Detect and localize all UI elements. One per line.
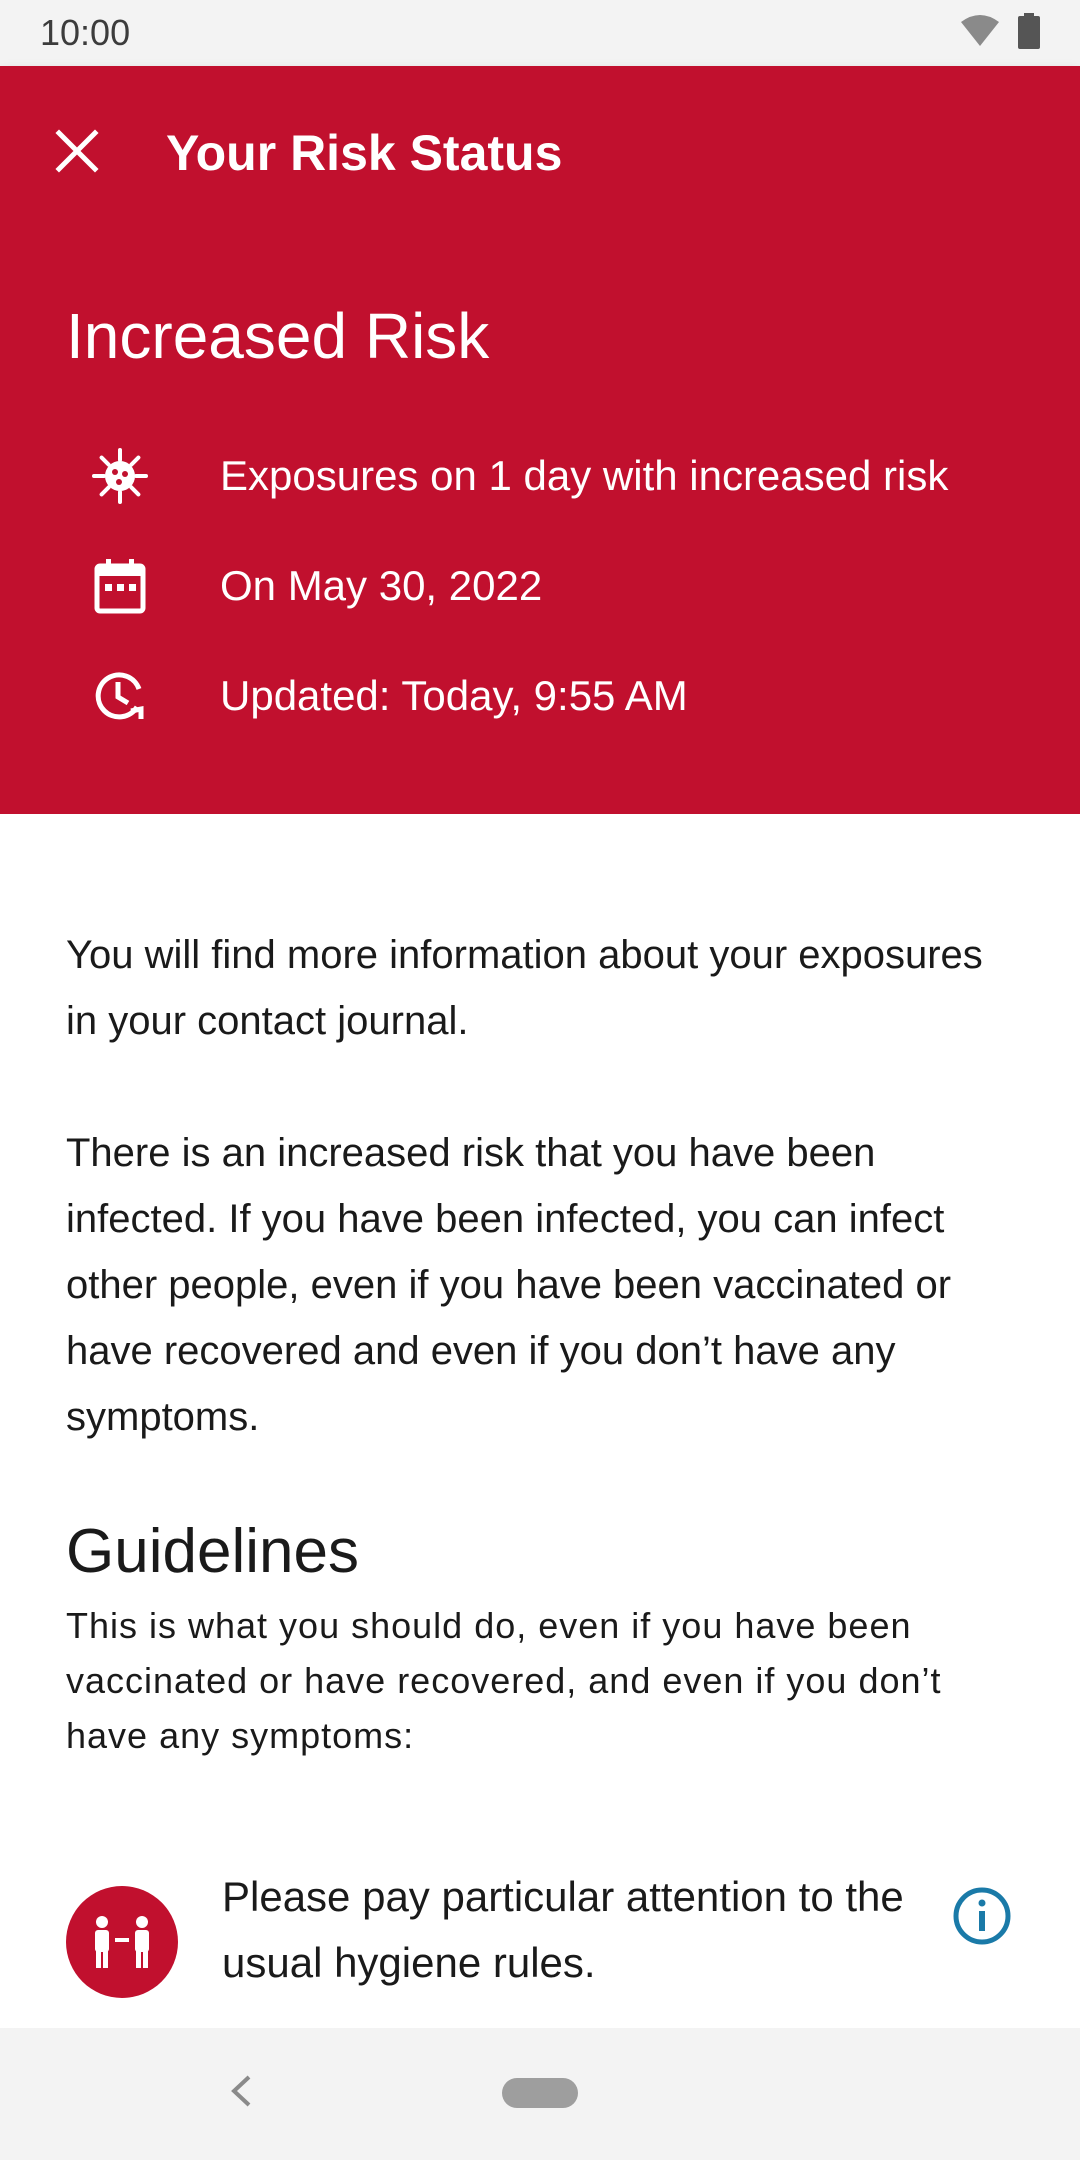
risk-level-title: Increased Risk	[66, 300, 490, 372]
risk-header: Your Risk Status Increased Risk Exposure…	[0, 66, 1080, 814]
page-title: Your Risk Status	[166, 125, 563, 181]
status-time: 10:00	[40, 12, 131, 53]
back-button[interactable]	[216, 2068, 266, 2118]
content-area[interactable]: You will find more information about you…	[0, 814, 1080, 2028]
home-pill[interactable]	[502, 2078, 578, 2108]
calendar-icon	[90, 556, 150, 616]
distancing-icon	[66, 1886, 178, 1998]
guidelines-heading: Guidelines	[66, 1517, 359, 1586]
journal-info-paragraph: You will find more information about you…	[66, 933, 983, 1043]
updated-row: Updated: Today, 9:55 AM	[0, 646, 1080, 746]
risk-explanation-paragraph: There is an increased risk that you have…	[66, 1131, 952, 1439]
status-bar: 10:00	[0, 0, 1080, 66]
exposure-row: Exposures on 1 day with increased risk	[0, 426, 1080, 526]
clock-refresh-icon	[90, 666, 150, 726]
app-bar: Your Risk Status	[0, 66, 1080, 226]
updated-text: Updated: Today, 9:55 AM	[220, 672, 688, 719]
virus-icon	[90, 446, 150, 506]
system-nav-bar	[0, 2028, 1080, 2160]
back-icon	[229, 2074, 253, 2113]
status-icons	[960, 12, 1040, 54]
guidelines-subtitle: This is what you should do, even if you …	[66, 1605, 942, 1756]
date-row: On May 30, 2022	[0, 536, 1080, 636]
exposure-date-text: On May 30, 2022	[220, 562, 543, 609]
info-button[interactable]	[950, 1886, 1014, 1950]
exposure-text: Exposures on 1 day with increased risk	[220, 452, 949, 499]
info-icon	[952, 1886, 1012, 1951]
guideline-text: Please pay particular attention to the u…	[222, 1873, 904, 1986]
close-icon	[55, 128, 99, 178]
battery-icon	[1018, 12, 1040, 54]
close-button[interactable]	[40, 116, 114, 190]
wifi-icon	[960, 14, 1000, 53]
guideline-item: Please pay particular attention to the u…	[0, 1864, 1080, 2024]
